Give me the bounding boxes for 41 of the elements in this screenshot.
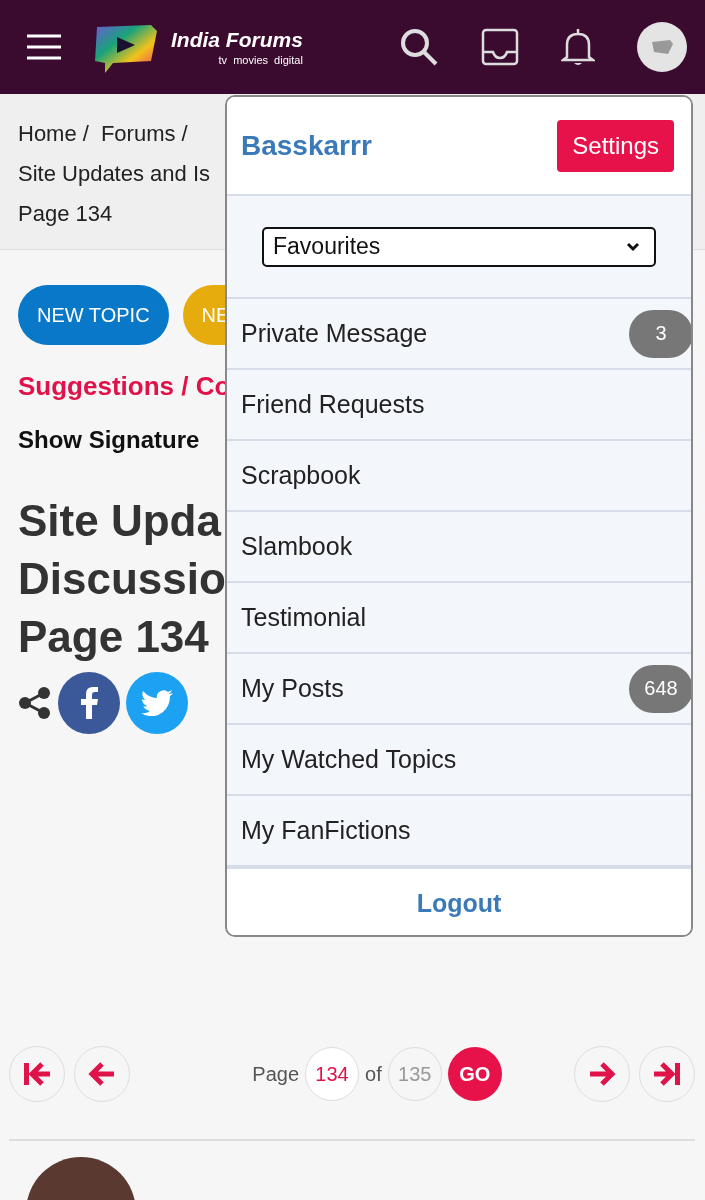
- arrow-right-bar-icon: [652, 1061, 682, 1087]
- topic-button[interactable]: NEW TOPIC: [18, 285, 169, 345]
- menu-item[interactable]: Friend Requests: [227, 370, 691, 441]
- menu-item[interactable]: Scrapbook: [227, 441, 691, 512]
- settings-button[interactable]: Settings: [557, 119, 674, 172]
- menu-item[interactable]: Testimonial: [227, 583, 691, 654]
- topic-title: Page 134: [18, 611, 210, 663]
- arrow-right-icon: [588, 1061, 616, 1087]
- bell-icon[interactable]: [561, 27, 595, 67]
- bird-icon: [141, 690, 173, 716]
- username-link[interactable]: Basskarrr: [241, 129, 372, 162]
- menu-item[interactable]: My Posts 648: [227, 654, 691, 725]
- avatar-logo-icon: [650, 38, 674, 56]
- facebook-icon: [79, 687, 99, 719]
- logout-link[interactable]: Logout: [416, 888, 502, 918]
- inbox-icon[interactable]: [481, 28, 519, 66]
- topic-title: Site Upda: [18, 495, 223, 547]
- breadcrumb-current: Page 134: [18, 200, 114, 228]
- show-signature-toggle[interactable]: Show Signature: [18, 426, 200, 454]
- topic-title: Discussio: [18, 553, 226, 605]
- logo-tagline: tv movies digital: [218, 54, 303, 66]
- menu-icon[interactable]: [27, 34, 61, 60]
- breadcrumb-link[interactable]: Home /: [18, 114, 89, 154]
- breadcrumb-link[interactable]: Forums /: [100, 114, 188, 154]
- search-icon[interactable]: [399, 27, 439, 67]
- page-number-field[interactable]: 134: [305, 1047, 359, 1101]
- menu-item[interactable]: Slambook: [227, 512, 691, 583]
- menu-item[interactable]: Private Message 3: [227, 299, 691, 370]
- count-badge: 3: [629, 309, 691, 358]
- share-icon[interactable]: [18, 686, 52, 720]
- arrow-left-bar-icon: [22, 1061, 52, 1087]
- logo-title: India Forums: [171, 28, 303, 52]
- favourites-dropdown[interactable]: Favourites: [262, 226, 656, 267]
- menu-item[interactable]: My Watched Topics: [227, 725, 691, 796]
- avatar-button[interactable]: [637, 22, 687, 72]
- arrow-left-icon: [88, 1061, 116, 1087]
- chevron-down-icon: [626, 241, 640, 252]
- of-label: of: [365, 1062, 382, 1086]
- go-button[interactable]: GO: [447, 1047, 502, 1101]
- page-label: Page: [252, 1062, 299, 1086]
- count-badge: 648: [629, 664, 691, 713]
